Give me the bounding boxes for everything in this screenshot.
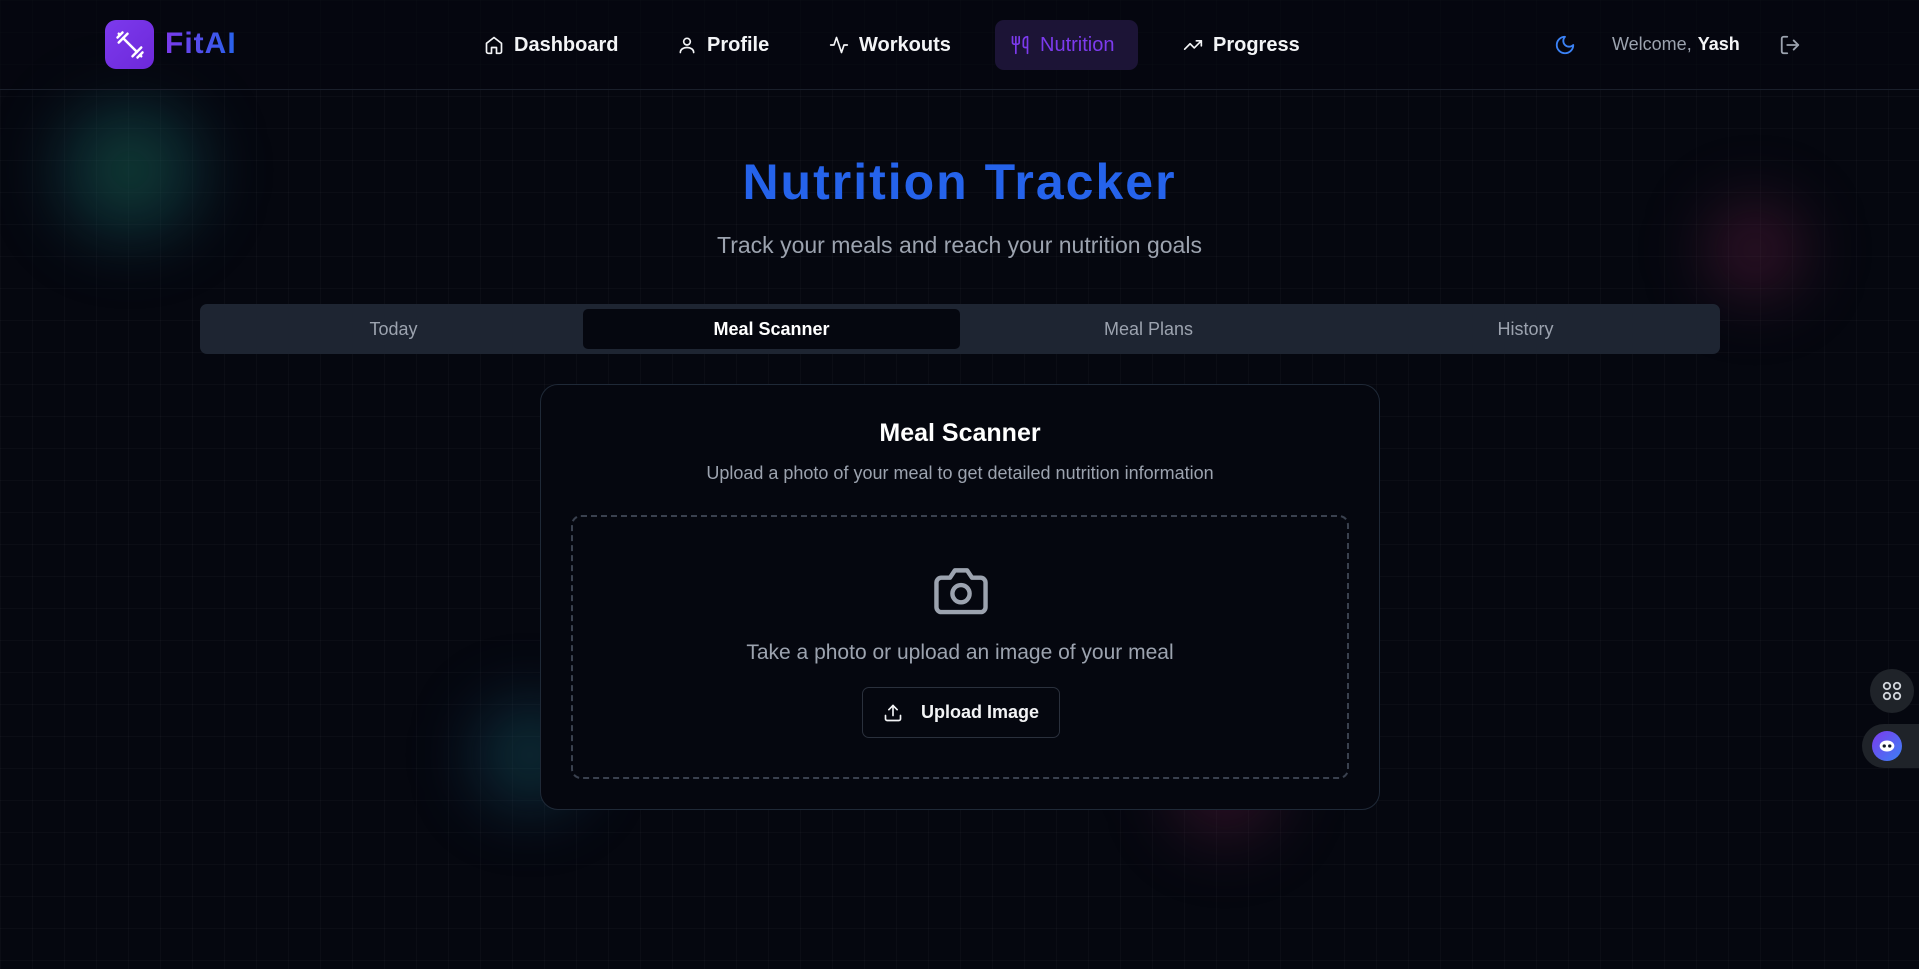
logo-icon[interactable]: [105, 20, 154, 69]
nav-dashboard[interactable]: Dashboard: [469, 20, 633, 70]
upload-image-button[interactable]: Upload Image: [862, 687, 1060, 738]
tab-today[interactable]: Today: [205, 309, 582, 349]
welcome-text: Welcome, Yash: [1612, 34, 1740, 55]
welcome-label: Welcome,: [1612, 34, 1692, 54]
bot-icon: [1872, 731, 1902, 761]
activity-icon: [829, 36, 849, 54]
moon-icon[interactable]: [1554, 34, 1576, 56]
home-icon: [485, 36, 503, 55]
nav-workouts-label: Workouts: [859, 33, 951, 56]
upload-icon: [884, 704, 902, 721]
nav-workouts[interactable]: Workouts: [814, 20, 966, 70]
nav-nutrition[interactable]: Nutrition: [995, 20, 1138, 70]
nav-profile-label: Profile: [707, 33, 770, 56]
tab-meal-scanner[interactable]: Meal Scanner: [583, 309, 960, 349]
trending-up-icon: [1183, 40, 1203, 51]
top-navbar: FitAI Dashboard Profile Workouts Nutriti…: [0, 0, 1919, 90]
grid-icon: [1882, 681, 1902, 701]
nav-profile[interactable]: Profile: [662, 20, 784, 70]
tab-history[interactable]: History: [1337, 309, 1714, 349]
page-subtitle: Track your meals and reach your nutritio…: [717, 232, 1202, 258]
app-logo-text[interactable]: FitAI: [165, 27, 237, 61]
utensils-icon: [1011, 35, 1029, 55]
card-title: Meal Scanner: [879, 419, 1041, 447]
card-description: Upload a photo of your meal to get detai…: [706, 463, 1214, 483]
meal-scanner-card: Meal Scanner Upload a photo of your meal…: [540, 384, 1380, 810]
nutrition-tabs: Today Meal Scanner Meal Plans History: [200, 304, 1720, 354]
camera-icon: [934, 568, 988, 615]
side-apps-button[interactable]: [1870, 669, 1914, 713]
upload-button-label: Upload Image: [920, 702, 1040, 722]
nav-nutrition-label: Nutrition: [1040, 33, 1115, 56]
image-dropzone[interactable]: Take a photo or upload an image of your …: [571, 515, 1349, 779]
assistant-widget-button[interactable]: [1862, 724, 1919, 768]
nav-progress-label: Progress: [1213, 33, 1300, 56]
nav-dashboard-label: Dashboard: [514, 33, 619, 56]
page-title: Nutrition Tracker: [742, 154, 1177, 210]
logout-icon[interactable]: [1779, 34, 1801, 56]
nav-progress[interactable]: Progress: [1168, 20, 1315, 70]
user-name: Yash: [1697, 34, 1740, 54]
dropzone-text: Take a photo or upload an image of your …: [746, 641, 1174, 664]
tab-meal-plans[interactable]: Meal Plans: [960, 309, 1337, 349]
user-icon: [679, 37, 695, 54]
